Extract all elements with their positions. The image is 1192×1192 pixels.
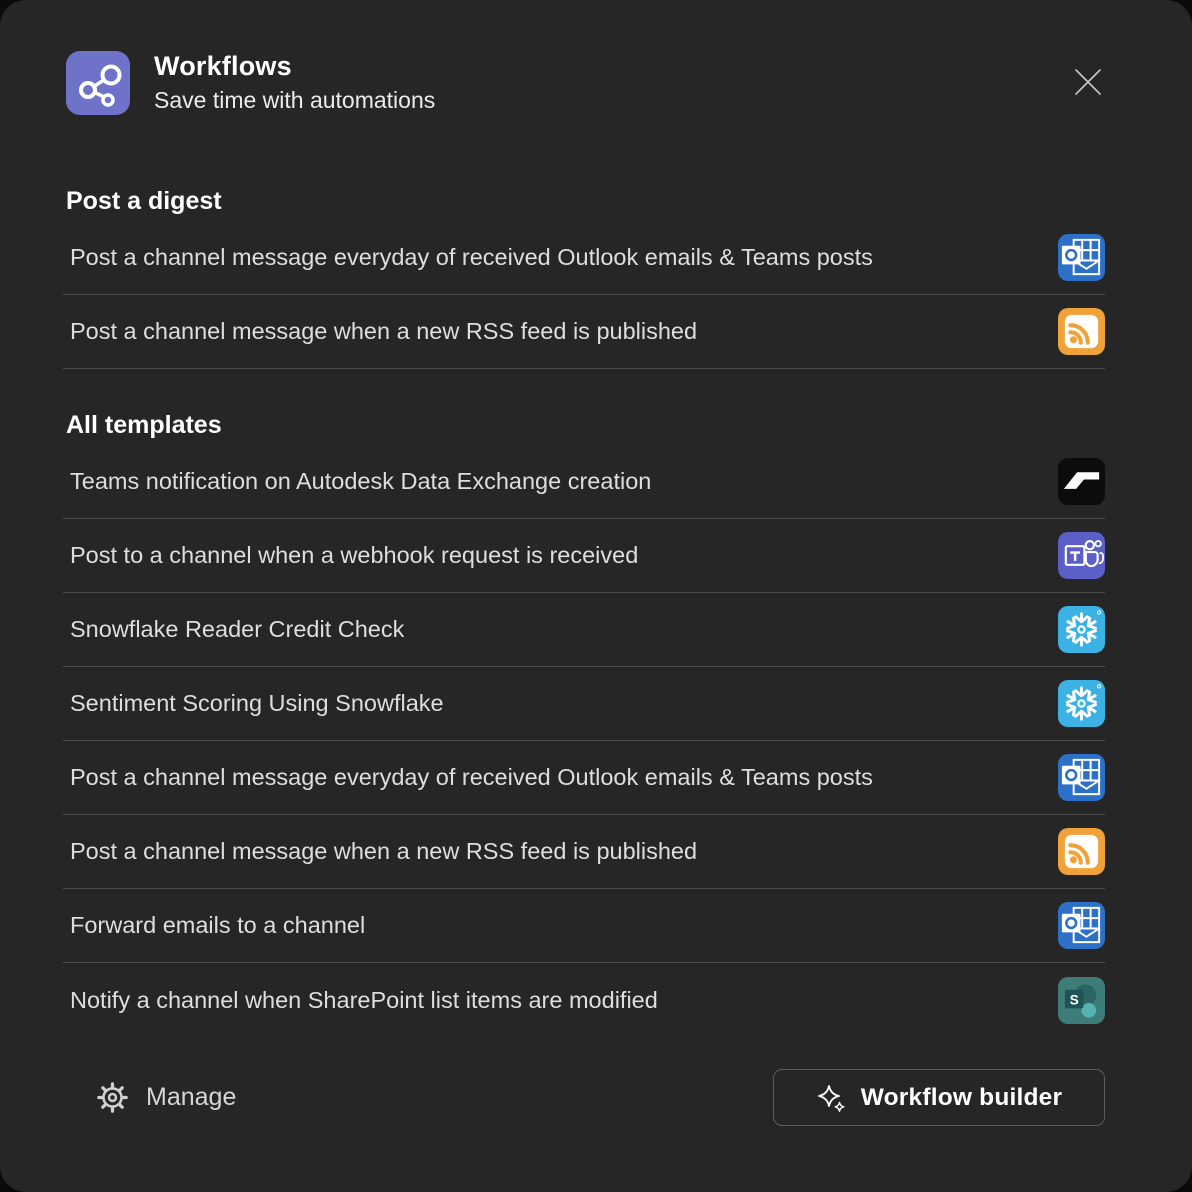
dialog-footer: Manage Workflow builder <box>63 1069 1105 1126</box>
rss-icon <box>1058 308 1105 355</box>
dialog-subtitle: Save time with automations <box>154 85 435 115</box>
sparkles-icon <box>816 1083 846 1113</box>
template-label: Forward emails to a channel <box>63 912 365 939</box>
header-text: Workflows Save time with automations <box>154 50 435 115</box>
autodesk-icon <box>1058 458 1105 505</box>
sharepoint-icon: S <box>1058 977 1105 1024</box>
snowflake-icon <box>1058 680 1105 727</box>
workflow-icon <box>66 51 130 115</box>
template-label: Post a channel message when a new RSS fe… <box>63 838 697 865</box>
section-rows: Post a channel message everyday of recei… <box>63 221 1105 369</box>
workflow-builder-button[interactable]: Workflow builder <box>773 1069 1105 1126</box>
list-item[interactable]: Post to a channel when a webhook request… <box>63 519 1105 593</box>
list-item[interactable]: Post a channel message when a new RSS fe… <box>63 295 1105 369</box>
list-item[interactable]: Forward emails to a channel <box>63 889 1105 963</box>
template-label: Snowflake Reader Credit Check <box>63 616 404 643</box>
section-heading: All templates <box>63 411 1105 439</box>
close-icon <box>1072 66 1104 98</box>
list-item[interactable]: Notify a channel when SharePoint list it… <box>63 963 1105 1037</box>
section-rows: Teams notification on Autodesk Data Exch… <box>63 445 1105 1037</box>
list-item[interactable]: Post a channel message everyday of recei… <box>63 741 1105 815</box>
list-item[interactable]: Sentiment Scoring Using Snowflake <box>63 667 1105 741</box>
dialog-title: Workflows <box>154 50 435 82</box>
close-button[interactable] <box>1070 64 1106 100</box>
template-label: Teams notification on Autodesk Data Exch… <box>63 468 651 495</box>
list-item[interactable]: Teams notification on Autodesk Data Exch… <box>63 445 1105 519</box>
outlook-icon <box>1058 234 1105 281</box>
section-all-templates: All templates Teams notification on Auto… <box>63 411 1105 1037</box>
rss-icon <box>1058 828 1105 875</box>
outlook-icon <box>1058 902 1105 949</box>
gear-icon <box>97 1082 128 1113</box>
list-item[interactable]: Post a channel message when a new RSS fe… <box>63 815 1105 889</box>
template-label: Post a channel message everyday of recei… <box>63 764 873 791</box>
template-label: Post to a channel when a webhook request… <box>63 542 638 569</box>
list-item[interactable]: Post a channel message everyday of recei… <box>63 221 1105 295</box>
template-label: Post a channel message when a new RSS fe… <box>63 318 697 345</box>
template-label: Notify a channel when SharePoint list it… <box>63 987 658 1014</box>
teams-icon <box>1058 532 1105 579</box>
list-item[interactable]: Snowflake Reader Credit Check <box>63 593 1105 667</box>
workflow-builder-label: Workflow builder <box>861 1084 1062 1112</box>
svg-text:S: S <box>1070 992 1079 1007</box>
template-label: Sentiment Scoring Using Snowflake <box>63 690 444 717</box>
snowflake-icon <box>1058 606 1105 653</box>
outlook-icon <box>1058 754 1105 801</box>
dialog-header: Workflows Save time with automations <box>63 0 1105 115</box>
section-post-a-digest: Post a digest Post a channel message eve… <box>63 187 1105 369</box>
section-heading: Post a digest <box>63 187 1105 215</box>
template-label: Post a channel message everyday of recei… <box>63 244 873 271</box>
manage-button[interactable]: Manage <box>63 1082 236 1113</box>
workflows-dialog: Workflows Save time with automations Pos… <box>0 0 1192 1192</box>
manage-label: Manage <box>146 1083 236 1112</box>
